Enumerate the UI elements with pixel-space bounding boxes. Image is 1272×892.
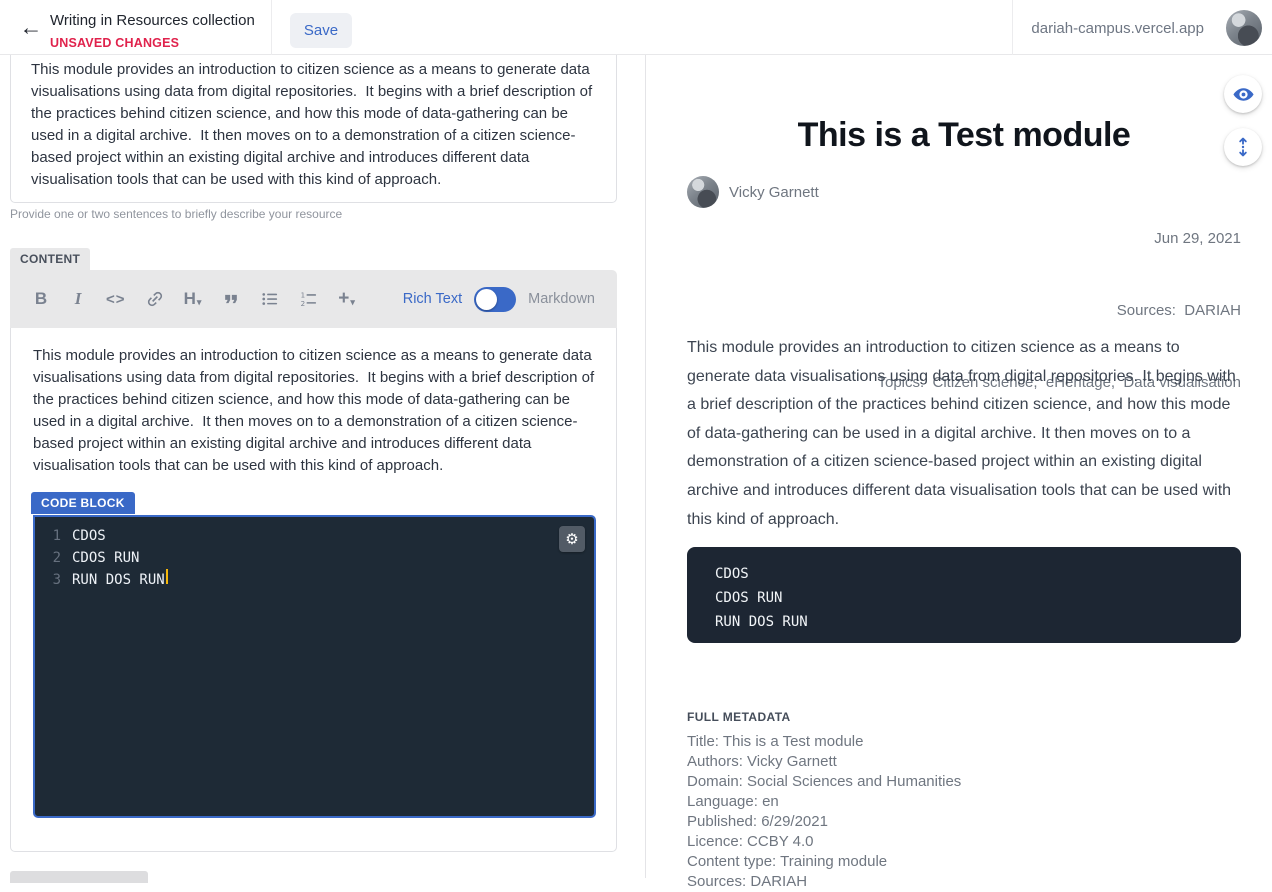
bold-button[interactable]: B bbox=[32, 287, 50, 311]
topbar-divider bbox=[1012, 0, 1013, 55]
heading-icon: H bbox=[184, 289, 196, 309]
svg-text:1: 1 bbox=[300, 290, 305, 299]
content-editor[interactable]: This module provides an introduction to … bbox=[10, 328, 617, 852]
toggle-preview-button[interactable] bbox=[1224, 75, 1262, 113]
code-block-label: CODE BLOCK bbox=[31, 492, 135, 514]
preview-body: This module provides an introduction to … bbox=[687, 334, 1242, 534]
svg-text:2: 2 bbox=[300, 299, 305, 308]
line-number: 1 bbox=[35, 525, 61, 547]
markdown-mode-label[interactable]: Markdown bbox=[528, 291, 595, 307]
bulleted-list-button[interactable] bbox=[260, 287, 280, 311]
text-cursor bbox=[166, 569, 168, 584]
next-field-tab bbox=[10, 871, 148, 883]
description-field[interactable]: This module provides an introduction to … bbox=[10, 48, 617, 203]
save-button[interactable]: Save bbox=[290, 13, 352, 48]
add-component-button[interactable]: +▾ bbox=[338, 287, 356, 311]
full-metadata-list: Title: This is a Test module Authors: Vi… bbox=[687, 732, 961, 892]
sources-line: Sources: DARIAH bbox=[821, 299, 1241, 323]
code-block-editor[interactable]: 1 CDOS 2 CDOS RUN 3 RUN DOS RUN ⚙ bbox=[33, 515, 596, 818]
toggle-knob bbox=[476, 289, 497, 310]
code-text: CDOS bbox=[72, 525, 106, 547]
quote-button[interactable] bbox=[221, 287, 241, 311]
bold-icon: B bbox=[35, 289, 47, 309]
topbar-divider bbox=[271, 0, 272, 55]
bulleted-list-icon bbox=[260, 289, 280, 309]
toolbar-buttons: B I <> H▾ 12 +▾ bbox=[32, 287, 356, 311]
unsaved-changes-status: UNSAVED CHANGES bbox=[50, 36, 179, 50]
plus-icon: + bbox=[338, 288, 349, 310]
mode-switch: Rich Text Markdown bbox=[403, 287, 595, 312]
numbered-list-icon: 12 bbox=[299, 289, 319, 309]
metadata-row: Domain: Social Sciences and Humanities bbox=[687, 772, 961, 792]
mode-toggle[interactable] bbox=[474, 287, 516, 312]
publish-date: Jun 29, 2021 bbox=[821, 227, 1241, 251]
chevron-down-icon: ▾ bbox=[350, 297, 355, 308]
author-avatar bbox=[687, 176, 719, 208]
description-hint: Provide one or two sentences to briefly … bbox=[10, 207, 342, 221]
collection-title: Writing in Resources collection bbox=[50, 12, 255, 29]
italic-button[interactable]: I bbox=[69, 287, 87, 311]
preview-pane: This is a Test module Vicky Garnett Jun … bbox=[646, 55, 1272, 878]
gear-icon: ⚙ bbox=[565, 532, 578, 547]
eye-icon bbox=[1232, 83, 1255, 106]
site-link[interactable]: dariah-campus.vercel.app bbox=[1031, 20, 1204, 37]
code-settings-button[interactable]: ⚙ bbox=[559, 526, 585, 552]
numbered-list-button[interactable]: 12 bbox=[299, 287, 319, 311]
metadata-row: Title: This is a Test module bbox=[687, 732, 961, 752]
user-avatar[interactable] bbox=[1226, 10, 1262, 46]
link-icon bbox=[145, 289, 165, 309]
code-text: RUN DOS RUN bbox=[72, 569, 165, 591]
heading-button[interactable]: H▾ bbox=[184, 287, 202, 311]
link-button[interactable] bbox=[145, 287, 165, 311]
editor-pane: This module provides an introduction to … bbox=[0, 55, 645, 878]
code-line: 2 CDOS RUN bbox=[35, 547, 594, 569]
preview-code-block: CDOS CDOS RUN RUN DOS RUN bbox=[687, 547, 1241, 643]
code-icon: <> bbox=[106, 291, 126, 308]
metadata-row: Published: 6/29/2021 bbox=[687, 812, 961, 832]
metadata-row: Licence: CCBY 4.0 bbox=[687, 832, 961, 852]
code-line: 3 RUN DOS RUN bbox=[35, 569, 594, 591]
app-topbar: ← Writing in Resources collection UNSAVE… bbox=[0, 0, 1272, 55]
author-name: Vicky Garnett bbox=[729, 184, 819, 201]
preview-code-line: CDOS bbox=[715, 562, 1213, 586]
metadata-row: Authors: Vicky Garnett bbox=[687, 752, 961, 772]
quote-icon bbox=[221, 289, 241, 309]
content-editor-text: This module provides an introduction to … bbox=[33, 345, 597, 477]
code-button[interactable]: <> bbox=[106, 287, 126, 311]
content-field-label: CONTENT bbox=[10, 248, 90, 270]
back-arrow-icon: ← bbox=[20, 14, 43, 41]
preview-code-line: RUN DOS RUN bbox=[715, 610, 1213, 634]
code-text: CDOS RUN bbox=[72, 547, 139, 569]
metadata-row: Content type: Training module bbox=[687, 852, 961, 872]
back-button[interactable]: ← bbox=[12, 8, 50, 46]
description-value: This module provides an introduction to … bbox=[31, 59, 603, 191]
preview-code-line: CDOS RUN bbox=[715, 586, 1213, 610]
full-metadata-heading: FULL METADATA bbox=[687, 710, 791, 724]
rich-text-mode-label[interactable]: Rich Text bbox=[403, 291, 462, 307]
metadata-row: Sources: DARIAH bbox=[687, 872, 961, 892]
richtext-toolbar: B I <> H▾ 12 +▾ Rich Text bbox=[10, 270, 617, 328]
italic-icon: I bbox=[75, 289, 82, 309]
chevron-down-icon: ▾ bbox=[197, 297, 202, 308]
line-number: 2 bbox=[35, 547, 61, 569]
metadata-row: Language: en bbox=[687, 792, 961, 812]
line-number: 3 bbox=[35, 569, 61, 591]
preview-title: This is a Test module bbox=[687, 116, 1241, 155]
code-line: 1 CDOS bbox=[35, 525, 594, 547]
